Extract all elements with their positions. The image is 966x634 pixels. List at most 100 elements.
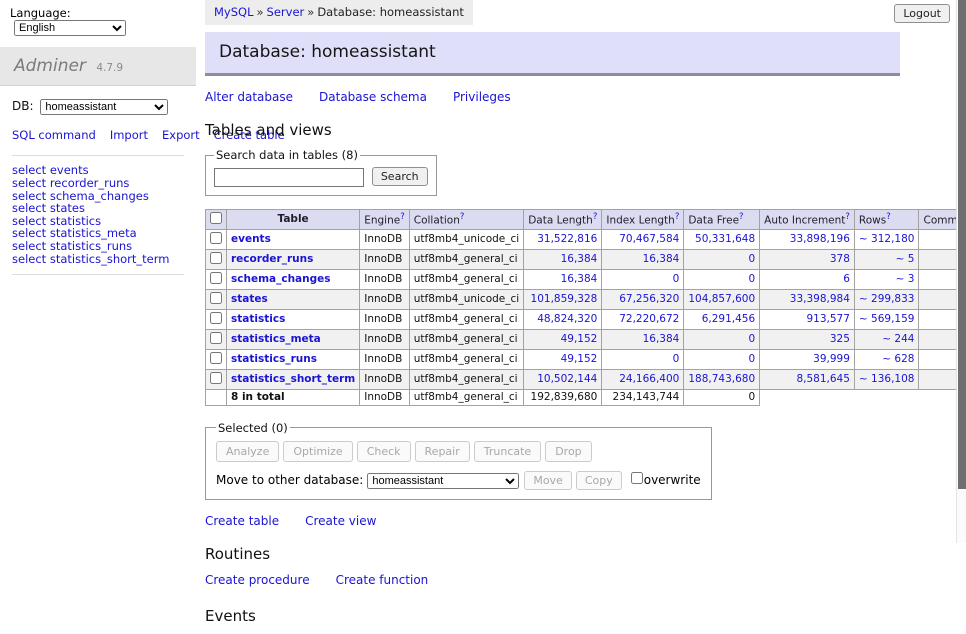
data-free-link[interactable]: 50,331,648	[695, 233, 755, 245]
index-length-link[interactable]: 70,467,584	[619, 233, 679, 245]
data-free-link[interactable]: 0	[748, 353, 755, 365]
rows-count-link[interactable]: ~ 628	[882, 353, 914, 365]
index-length-link[interactable]: 16,384	[643, 253, 680, 265]
data-length-link[interactable]: 16,384	[561, 273, 598, 285]
column-help-link[interactable]: ?	[675, 212, 680, 222]
sidebar-table-link[interactable]: statistics_short_term	[50, 252, 170, 266]
row-checkbox[interactable]	[210, 252, 222, 264]
drop-button[interactable]: Drop	[545, 441, 591, 462]
index-length-link[interactable]: 0	[673, 353, 680, 365]
move-database-select[interactable]: homeassistant	[367, 473, 519, 489]
data-length-link[interactable]: 16,384	[561, 253, 598, 265]
data-length-link[interactable]: 31,522,816	[537, 233, 597, 245]
check-button[interactable]: Check	[357, 441, 411, 462]
move-button[interactable]: Move	[524, 471, 572, 490]
rows-count-link[interactable]: ~ 3	[896, 273, 915, 285]
table-name-link[interactable]: events	[231, 233, 271, 245]
logout-button[interactable]: Logout	[894, 4, 950, 23]
database-action-link[interactable]: Database schema	[319, 90, 427, 104]
sidebar-nav-link[interactable]: SQL command	[12, 128, 96, 142]
db-select[interactable]: homeassistant	[40, 99, 168, 115]
database-action-link[interactable]: Privileges	[453, 90, 511, 104]
table-name-link[interactable]: schema_changes	[231, 273, 331, 285]
index-length-link[interactable]: 0	[673, 273, 680, 285]
sidebar-nav-link[interactable]: Export	[162, 128, 200, 142]
select-link[interactable]: select	[12, 252, 46, 266]
routine-link[interactable]: Create function	[336, 573, 429, 587]
rows-count-link[interactable]: ~ 299,833	[859, 293, 915, 305]
data-length-link[interactable]: 48,824,320	[537, 313, 597, 325]
table-name-link[interactable]: statistics_meta	[231, 333, 321, 345]
auto-increment-link[interactable]: 33,898,196	[790, 233, 850, 245]
table-row: statistics_short_termInnoDButf8mb4_gener…	[206, 369, 966, 389]
breadcrumb-link-mysql[interactable]: MySQL	[214, 5, 254, 19]
auto-increment-link[interactable]: 913,577	[807, 313, 850, 325]
table-name-link[interactable]: states	[231, 293, 268, 305]
column-help-link[interactable]: ?	[593, 212, 598, 222]
auto-increment-link[interactable]: 8,581,645	[796, 373, 849, 385]
scrollbar-thumb[interactable]	[958, 0, 966, 489]
row-checkbox[interactable]	[210, 332, 222, 344]
auto-increment-link[interactable]: 39,999	[813, 353, 850, 365]
auto-increment-link[interactable]: 6	[843, 273, 850, 285]
index-length-link[interactable]: 72,220,672	[619, 313, 679, 325]
table-name-link[interactable]: statistics_short_term	[231, 373, 355, 385]
index-length-link[interactable]: 67,256,320	[619, 293, 679, 305]
column-help-link[interactable]: ?	[400, 212, 405, 222]
index-length-link[interactable]: 16,384	[643, 333, 680, 345]
search-input[interactable]	[214, 168, 364, 187]
routine-link[interactable]: Create procedure	[205, 573, 310, 587]
truncate-button[interactable]: Truncate	[474, 441, 541, 462]
engine-cell: InnoDB	[360, 249, 410, 269]
auto-increment-link[interactable]: 33,398,984	[790, 293, 850, 305]
rows-count-link[interactable]: ~ 312,180	[859, 233, 915, 245]
rows-count-link[interactable]: ~ 5	[896, 253, 915, 265]
data-free-link[interactable]: 0	[748, 333, 755, 345]
select-all-checkbox[interactable]	[210, 212, 222, 224]
copy-button[interactable]: Copy	[576, 471, 622, 490]
auto-increment-link[interactable]: 325	[830, 333, 850, 345]
data-length-link[interactable]: 10,502,144	[537, 373, 597, 385]
data-free-link[interactable]: 104,857,600	[688, 293, 755, 305]
data-free-link[interactable]: 6,291,456	[702, 313, 755, 325]
rows-count-link[interactable]: ~ 244	[882, 333, 914, 345]
data-free-link[interactable]: 0	[748, 253, 755, 265]
vertical-scrollbar[interactable]	[956, 0, 966, 543]
data-length-link[interactable]: 101,859,328	[531, 293, 598, 305]
create-link[interactable]: Create table	[205, 514, 279, 528]
auto-increment-link[interactable]: 378	[830, 253, 850, 265]
search-button[interactable]: Search	[372, 167, 428, 186]
repair-button[interactable]: Repair	[415, 441, 470, 462]
data-free-link[interactable]: 188,743,680	[688, 373, 755, 385]
table-name-link[interactable]: statistics_runs	[231, 353, 317, 365]
row-checkbox[interactable]	[210, 272, 222, 284]
database-action-link[interactable]: Alter database	[205, 90, 293, 104]
table-name-link[interactable]: recorder_runs	[231, 253, 313, 265]
row-checkbox[interactable]	[210, 292, 222, 304]
row-checkbox[interactable]	[210, 312, 222, 324]
sidebar-nav-link[interactable]: Import	[110, 128, 148, 142]
rows-count-link[interactable]: ~ 136,108	[859, 373, 915, 385]
column-help-link[interactable]: ?	[739, 212, 744, 222]
index-length-link[interactable]: 24,166,400	[619, 373, 679, 385]
data-free-link[interactable]: 0	[748, 273, 755, 285]
column-help-link[interactable]: ?	[460, 212, 465, 222]
create-link[interactable]: Create view	[305, 514, 376, 528]
breadcrumb-separator: »	[304, 5, 317, 19]
optimize-button[interactable]: Optimize	[283, 441, 352, 462]
overwrite-checkbox[interactable]	[631, 472, 643, 484]
data-length-link[interactable]: 49,152	[561, 333, 598, 345]
rows-count-link[interactable]: ~ 569,159	[859, 313, 915, 325]
analyze-button[interactable]: Analyze	[216, 441, 279, 462]
row-select-cell	[206, 309, 227, 329]
breadcrumb-link-server[interactable]: Server	[267, 5, 305, 19]
row-checkbox[interactable]	[210, 352, 222, 364]
column-help-link[interactable]: ?	[845, 212, 850, 222]
row-checkbox[interactable]	[210, 372, 222, 384]
data-length-link[interactable]: 49,152	[561, 353, 598, 365]
language-select[interactable]: English	[14, 20, 126, 36]
table-name-link[interactable]: statistics	[231, 313, 285, 325]
search-fieldset: Search data in tables (8) Search	[205, 148, 437, 196]
column-help-link[interactable]: ?	[886, 212, 891, 222]
row-checkbox[interactable]	[210, 232, 222, 244]
